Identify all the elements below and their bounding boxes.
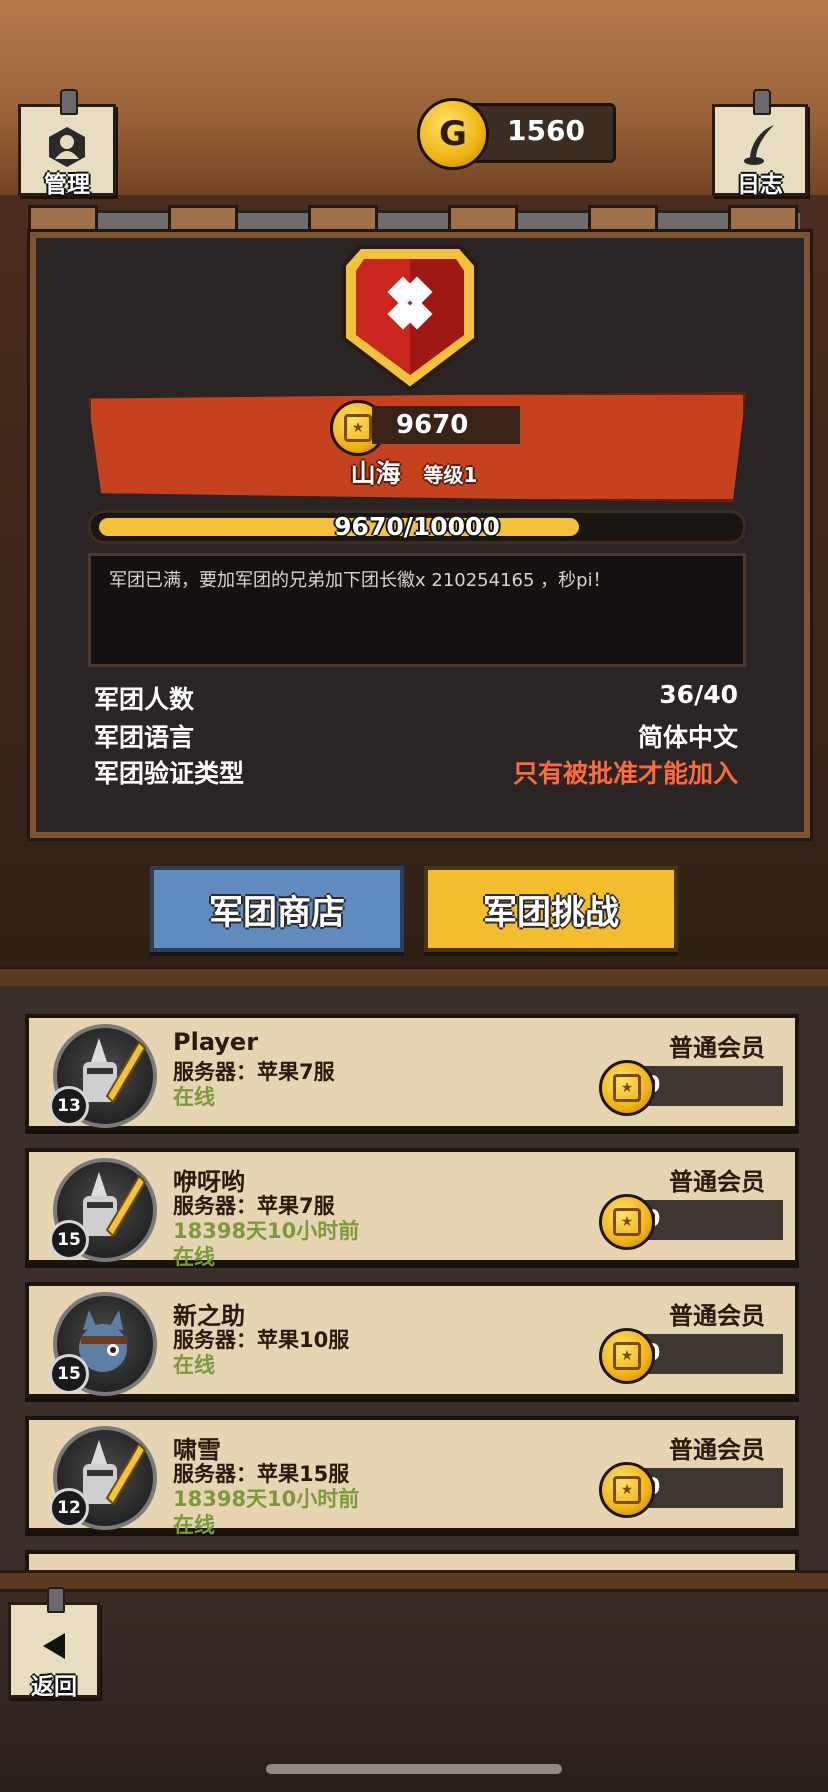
member-card[interactable]: 12 啸雪 服务器：苹果15服 18398天10小时前在线 普通会员 0 ★ bbox=[25, 1416, 799, 1537]
pin-icon bbox=[60, 89, 78, 115]
member-level: 15 bbox=[49, 1354, 89, 1394]
manage-button[interactable]: 管理 bbox=[18, 89, 116, 198]
list-rail-bottom bbox=[0, 1570, 828, 1592]
log-label: 日志 bbox=[737, 172, 783, 198]
member-server: 服务器：苹果7服 bbox=[173, 1060, 335, 1084]
knight-sword-icon: 13 bbox=[49, 1024, 157, 1128]
gold-counter: G 1560 bbox=[417, 98, 616, 170]
home-indicator[interactable] bbox=[266, 1764, 562, 1774]
member-card[interactable]: 15 咿呀哟 服务器：苹果7服 18398天10小时前在线 普通会员 0 ★ bbox=[25, 1148, 799, 1269]
guild-score: 9670 bbox=[372, 406, 520, 444]
guild-name: 山海 bbox=[350, 459, 401, 488]
back-button[interactable]: 返回 bbox=[8, 1587, 100, 1700]
gold-coin-icon: G bbox=[417, 98, 489, 170]
member-server: 服务器：苹果10服 bbox=[173, 1328, 350, 1352]
contribution-coin-icon: ★ bbox=[599, 1328, 655, 1384]
pin-icon bbox=[753, 89, 771, 115]
member-status: 18398天10小时前在线 bbox=[173, 1219, 360, 1269]
guild-challenge-label: 军团挑战 bbox=[483, 892, 619, 933]
member-card[interactable]: 15 新之助 服务器：苹果10服 在线 普通会员 0 ★ bbox=[25, 1282, 799, 1398]
member-role: 普通会员 bbox=[669, 1436, 765, 1464]
member-list[interactable]: 13 Player 服务器：苹果7服 在线 普通会员 0 ★ 15 咿呀哟 服务… bbox=[0, 986, 828, 1572]
guild-shop-label: 军团商店 bbox=[209, 892, 345, 933]
back-label: 返回 bbox=[31, 1674, 77, 1700]
member-level: 15 bbox=[49, 1220, 89, 1260]
guild-exp-text: 9670/10000 bbox=[334, 512, 500, 541]
cat-pirate-icon: 15 bbox=[49, 1292, 157, 1396]
member-status: 18398天10小时前在线 bbox=[173, 1487, 360, 1537]
guild-exp-bar: 9670/10000 bbox=[88, 510, 746, 544]
member-status: 在线 bbox=[173, 1353, 215, 1377]
knight-sword-icon: 12 bbox=[49, 1426, 157, 1530]
contribution-coin-icon: ★ bbox=[599, 1194, 655, 1250]
info-value: 简体中文 bbox=[637, 723, 738, 752]
info-key: 军团语言 bbox=[94, 723, 195, 752]
guild-notice-box: 军团已满，要加军团的兄弟加下团长徽x 210254165 ，秒pi！ bbox=[88, 553, 746, 667]
gold-value: 1560 bbox=[507, 114, 585, 147]
member-role: 普通会员 bbox=[669, 1034, 765, 1062]
info-row-verify: 军团验证类型 只有被批准才能加入 bbox=[94, 754, 738, 790]
info-key: 军团人数 bbox=[94, 685, 195, 714]
member-role: 普通会员 bbox=[669, 1302, 765, 1330]
info-row-members: 军团人数 36/40 bbox=[94, 680, 738, 716]
member-card-partial[interactable] bbox=[25, 1550, 799, 1572]
info-key: 军团验证类型 bbox=[94, 759, 245, 788]
contribution-coin-icon: ★ bbox=[599, 1060, 655, 1116]
knight-sword-icon: 15 bbox=[49, 1158, 157, 1262]
member-server: 服务器：苹果15服 bbox=[173, 1462, 350, 1486]
member-level: 12 bbox=[49, 1488, 89, 1528]
contribution-coin-icon: ★ bbox=[599, 1462, 655, 1518]
pin-icon bbox=[47, 1587, 65, 1613]
guild-notice-text: 军团已满，要加军团的兄弟加下团长徽x 210254165 ，秒pi！ bbox=[109, 570, 611, 591]
info-value: 36/40 bbox=[659, 680, 738, 709]
manage-label: 管理 bbox=[44, 172, 90, 198]
member-level: 13 bbox=[49, 1086, 89, 1126]
guild-challenge-button[interactable]: 军团挑战 bbox=[424, 866, 678, 952]
back-arrow-icon bbox=[39, 1631, 69, 1665]
guild-emblem-icon bbox=[340, 243, 480, 397]
info-row-language: 军团语言 简体中文 bbox=[94, 718, 738, 754]
guild-title: 山海 等级1 bbox=[0, 454, 828, 490]
member-role: 普通会员 bbox=[669, 1168, 765, 1196]
member-name: Player bbox=[173, 1028, 259, 1056]
log-button[interactable]: 日志 bbox=[712, 89, 808, 198]
member-card[interactable]: 13 Player 服务器：苹果7服 在线 普通会员 0 ★ bbox=[25, 1014, 799, 1130]
guild-level: 等级1 bbox=[423, 463, 478, 487]
guild-shop-button[interactable]: 军团商店 bbox=[150, 866, 404, 952]
info-value: 只有被批准才能加入 bbox=[512, 759, 738, 788]
member-server: 服务器：苹果7服 bbox=[173, 1194, 335, 1218]
wood-header-bg bbox=[0, 0, 828, 210]
member-status: 在线 bbox=[173, 1085, 215, 1109]
footer-bg bbox=[0, 1575, 828, 1792]
